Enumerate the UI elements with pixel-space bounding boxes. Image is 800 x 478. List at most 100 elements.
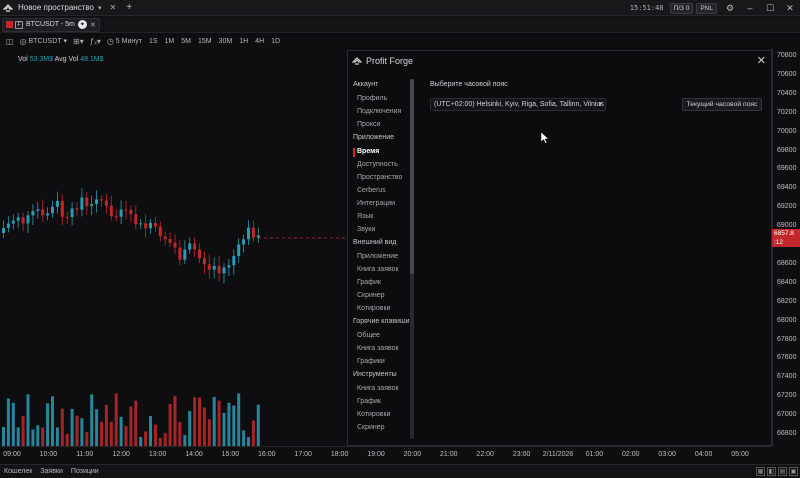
volume-bar (227, 402, 231, 446)
symbol-selector[interactable]: ◎ BTCUSDT ▾ (20, 37, 67, 46)
nav-item-hotkeys-general[interactable]: Общее (357, 332, 380, 339)
timeframe-1d[interactable]: 1D (271, 38, 280, 45)
volume-bar (217, 400, 221, 446)
timeframe-4h[interactable]: 4H (255, 38, 264, 45)
timeframe-1m[interactable]: 1M (165, 38, 175, 45)
candle-body (158, 226, 162, 237)
candle-body (144, 223, 148, 229)
candle-body (95, 199, 99, 205)
workspace-title[interactable]: Новое пространство (18, 3, 94, 12)
nav-item-appearance-orderbook[interactable]: Книга заявок (357, 266, 399, 273)
wallet-tab[interactable]: Кошелек (4, 468, 32, 475)
candle-body (129, 210, 133, 215)
candle-body (90, 204, 94, 207)
timeframe-15m[interactable]: 15M (198, 38, 212, 45)
nav-item-appearance-quotes[interactable]: Котировки (357, 305, 390, 312)
maximize-icon[interactable]: ☐ (760, 3, 780, 14)
minimize-icon[interactable]: – (740, 3, 760, 13)
close-dialog-icon[interactable]: ✕ (757, 54, 766, 67)
nav-item-tools-screener[interactable]: Скринер (357, 424, 385, 431)
candle-body (26, 215, 30, 224)
nav-item-tools-chart[interactable]: График (357, 398, 381, 405)
price-axis[interactable]: 70800 70600 70400 70200 70000 69800 69600 69400… (772, 48, 800, 446)
pnl-badge[interactable]: PNL (696, 2, 717, 14)
timeframe-5m[interactable]: 5M (181, 38, 191, 45)
timeframe-1s[interactable]: 1S (149, 38, 158, 45)
settings-gear-icon[interactable]: ⚙ (720, 3, 740, 14)
positions-tab[interactable]: Позиции (71, 468, 99, 475)
close-workspace-icon[interactable]: ✕ (110, 3, 117, 12)
time-axis[interactable]: 09:00 10:00 11:00 12:00 13:00 14:00 15:00 16:00… (0, 446, 772, 464)
nav-scrollbar[interactable] (410, 79, 414, 439)
price-tick-label: 66800 (777, 430, 797, 437)
chart-type-icon[interactable]: ⊞▾ (73, 37, 84, 46)
volume-bar (104, 404, 108, 446)
layout-grid-icon[interactable]: ▦ (756, 467, 765, 476)
nav-scrollbar-thumb[interactable] (410, 79, 414, 274)
nav-item-appearance-chart[interactable]: График (357, 279, 381, 286)
layout-panel-icon[interactable]: ▤ (778, 467, 787, 476)
layout-full-icon[interactable]: ▣ (789, 467, 798, 476)
nav-item-workspace[interactable]: Пространство (357, 174, 402, 181)
nav-item-cerberus[interactable]: Cerberus (357, 187, 386, 194)
time-tick-label: 14:00 (185, 451, 203, 458)
nav-item-sounds[interactable]: Звуки (357, 226, 375, 233)
nav-item-hotkeys-charts[interactable]: Графики (357, 358, 385, 365)
candle-body (100, 199, 103, 201)
interval-selector[interactable]: ◷ 5 Минут (107, 37, 142, 46)
nav-item-appearance-screener[interactable]: Скринер (357, 292, 385, 299)
nav-item-accessibility[interactable]: Доступность (357, 161, 398, 168)
nav-item-time[interactable]: Время (357, 148, 379, 155)
price-tick-label: 67000 (777, 411, 797, 419)
nav-item-tools-quotes[interactable]: Котировки (357, 411, 390, 418)
nav-item-connections[interactable]: Подключения (357, 108, 401, 115)
volume-bar (11, 402, 15, 446)
indicators-icon[interactable]: ƒₓ▾ (90, 37, 101, 46)
timeframe-1h[interactable]: 1H (239, 38, 248, 45)
link-icon[interactable]: ✦ (77, 20, 87, 29)
nav-item-proxy[interactable]: Прокси (357, 121, 380, 128)
orders-tab[interactable]: Заявки (40, 468, 63, 475)
chevron-down-icon[interactable]: ▾ (98, 4, 102, 12)
price-tick-label: 69200 (777, 203, 797, 211)
volume-bar (183, 434, 187, 446)
candle-body (41, 209, 45, 216)
time-tick-label: 13:00 (148, 451, 167, 458)
active-indicator (353, 148, 355, 157)
pz-badge[interactable]: П/З 0 (669, 2, 694, 14)
timeframe-30m[interactable]: 30M (219, 38, 233, 45)
layout-icon[interactable]: ◫ (6, 37, 14, 46)
candle-body (55, 200, 59, 207)
settings-content: Выберите часовой пояс (UTC+02:00) Helsin… (420, 77, 768, 437)
volume-bar (163, 433, 167, 446)
chevron-down-icon: ▾ (598, 101, 602, 108)
candle-body (6, 223, 10, 228)
nav-section-tools: Инструменты (353, 371, 397, 378)
price-tick-label: 70600 (777, 70, 797, 78)
candle-body (212, 265, 216, 270)
candle-body (46, 213, 50, 216)
nav-item-appearance-app[interactable]: Приложение (357, 253, 398, 260)
nav-item-hotkeys-orderbook[interactable]: Книга заявок (357, 345, 399, 352)
candle-body (237, 244, 241, 257)
nav-item-integrations[interactable]: Интеграции (357, 200, 395, 207)
nav-item-language[interactable]: Язык (357, 213, 373, 220)
add-workspace-icon[interactable]: + (126, 2, 132, 13)
nav-section-app: Приложение (353, 134, 395, 141)
last-price-tag: 6857.8 :12 (772, 229, 800, 247)
candle-body (207, 264, 211, 270)
timezone-select[interactable]: (UTC+02:00) Helsinki, Kyiv, Riga, Sofia,… (430, 98, 606, 111)
current-timezone-button[interactable]: Текущий часовой пояс (682, 98, 762, 111)
chart-tab[interactable]: F BTCUSDT - 5m ✦ ✕ (2, 17, 100, 32)
candle-body (139, 223, 143, 225)
layout-split-icon[interactable]: ◧ (767, 467, 776, 476)
nav-item-tools-orderbook[interactable]: Книга заявок (357, 385, 399, 392)
candle-body (193, 243, 197, 250)
close-tab-icon[interactable]: ✕ (90, 21, 96, 29)
nav-item-profile[interactable]: Профиль (357, 95, 387, 102)
symbol-icon: ◎ (19, 36, 27, 46)
vol-value: 53.3M$ (29, 56, 54, 63)
price-tick-label: 67200 (777, 392, 797, 400)
volume-bar (202, 407, 206, 446)
close-window-icon[interactable]: ✕ (780, 3, 800, 14)
